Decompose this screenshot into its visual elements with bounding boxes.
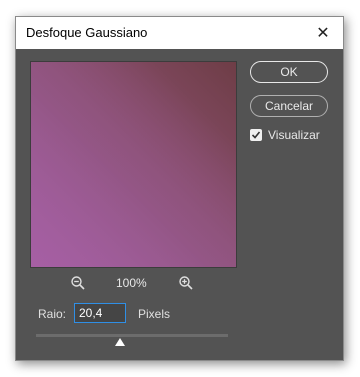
title-bar[interactable]: Desfoque Gaussiano ✕ — [16, 17, 343, 49]
cancel-button[interactable]: Cancelar — [250, 95, 328, 117]
ok-button[interactable]: OK — [250, 61, 328, 83]
gaussian-blur-dialog: Desfoque Gaussiano ✕ 100% Raio: Pixels O… — [15, 16, 344, 361]
preview-label: Visualizar — [268, 128, 320, 142]
radius-unit-label: Pixels — [138, 307, 171, 321]
radius-input[interactable] — [74, 303, 126, 323]
preview-toggle[interactable]: Visualizar — [250, 128, 320, 142]
radius-label: Raio: — [38, 307, 67, 321]
radius-slider-track[interactable] — [36, 334, 228, 337]
zoom-out-icon[interactable] — [70, 275, 86, 296]
radius-slider-thumb[interactable] — [115, 338, 126, 346]
zoom-controls: 100% — [30, 275, 235, 293]
checkmark-icon — [251, 131, 261, 139]
close-icon[interactable]: ✕ — [303, 17, 343, 49]
preview-checkbox[interactable] — [250, 129, 262, 141]
zoom-level-text: 100% — [116, 276, 147, 290]
dialog-title: Desfoque Gaussiano — [26, 25, 148, 40]
blur-preview-image[interactable] — [30, 61, 237, 268]
zoom-in-icon[interactable] — [178, 275, 194, 296]
